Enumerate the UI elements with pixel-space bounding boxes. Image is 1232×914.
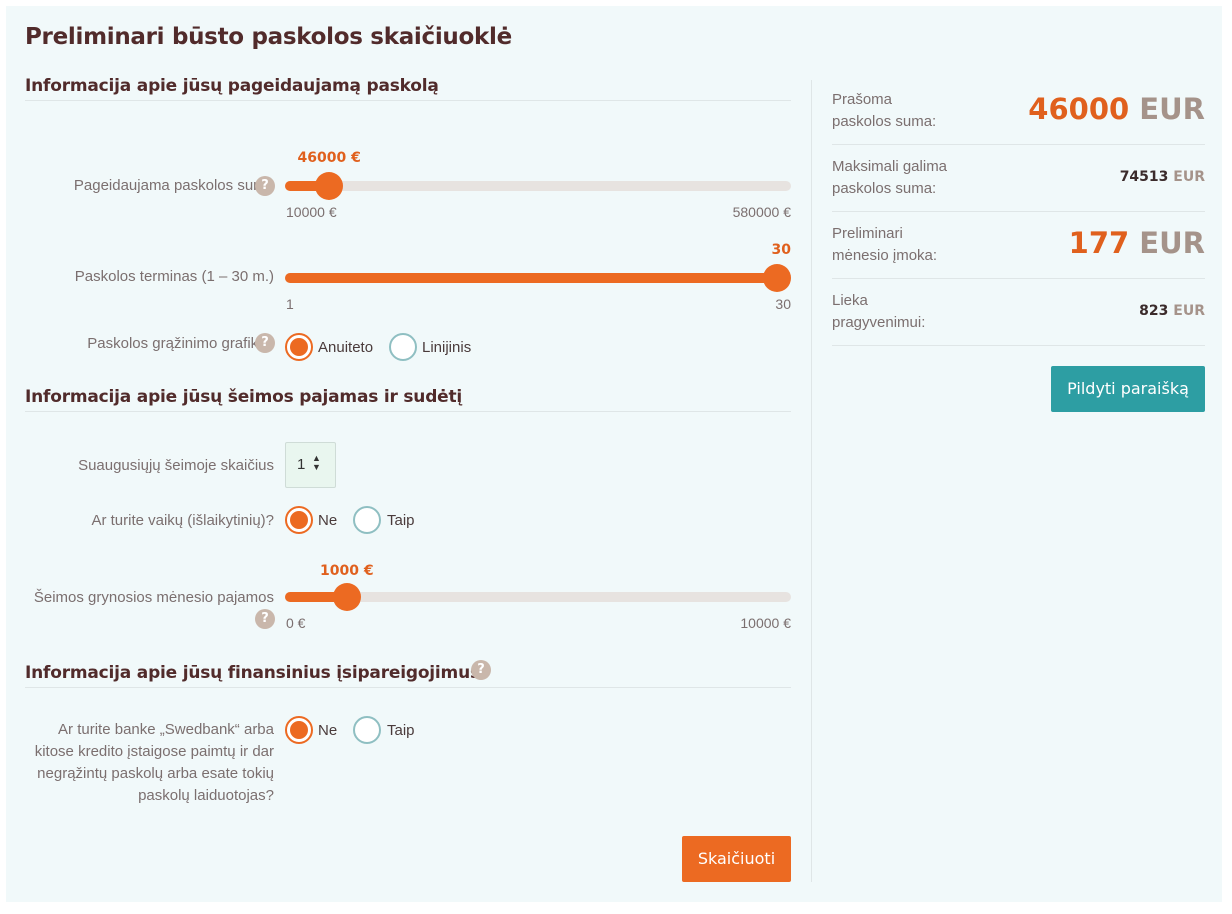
currency: EUR <box>1139 92 1205 126</box>
obligations-question: Ar turite banke „Swedbank“ arba kitose k… <box>35 719 274 807</box>
amount: 74513 <box>1119 169 1169 185</box>
slider-min: 1 <box>286 296 294 312</box>
slider-max: 10000 € <box>740 615 791 631</box>
radio-label: Anuiteto <box>318 339 374 356</box>
summary-label-line: mėnesio įmoka: <box>832 247 938 264</box>
currency: EUR <box>1139 226 1205 260</box>
radio-label: Ne <box>318 722 338 739</box>
slider-fill <box>285 273 777 283</box>
apply-button[interactable]: Pildyti paraišką <box>1051 366 1205 412</box>
summary-value: 823 EUR <box>1139 303 1205 319</box>
summary-row-max: Maksimali galima paskolos suma: 74513 EU… <box>832 145 1205 212</box>
help-icon[interactable]: ? <box>255 609 275 629</box>
summary-value: 177 EUR <box>1069 226 1205 260</box>
currency: EUR <box>1173 169 1205 185</box>
loan-amount-slider[interactable]: 46000 € <box>285 150 791 200</box>
slider-value: 46000 € <box>297 150 361 166</box>
help-icon[interactable]: ? <box>255 176 275 196</box>
slider-value: 30 <box>771 242 791 258</box>
adults-value: 1 <box>297 456 306 473</box>
divider <box>25 411 791 412</box>
slider-max: 30 <box>775 296 791 312</box>
amount: 823 <box>1139 303 1169 319</box>
income-label: Šeimos grynosios mėnesio pajamos <box>33 589 274 606</box>
slider-min: 0 € <box>286 615 306 631</box>
summary-label-line: Lieka <box>832 292 868 309</box>
help-icon[interactable]: ? <box>471 660 491 680</box>
radio-obligations-yes[interactable] <box>353 716 381 744</box>
slider-value: 1000 € <box>320 563 374 579</box>
radio-children-yes[interactable] <box>353 506 381 534</box>
summary-label-line: Preliminari <box>832 225 903 242</box>
section-heading-family: Informacija apie jūsų šeimos pajamas ir … <box>25 387 463 407</box>
column-divider <box>811 80 812 882</box>
adults-select[interactable]: 1 ▲ ▼ <box>285 442 336 488</box>
summary-value: 74513 EUR <box>1120 169 1205 185</box>
radio-label: Taip <box>387 512 415 529</box>
summary-label-line: paskolos suma: <box>832 113 937 130</box>
children-label: Ar turite vaikų (išlaikytinių)? <box>91 512 274 529</box>
summary-label-line: paskolos suma: <box>832 180 937 197</box>
slider-handle[interactable] <box>332 583 361 611</box>
adults-label: Suaugusiųjų šeimoje skaičius <box>78 457 274 474</box>
divider <box>25 100 791 101</box>
radio-annuity[interactable] <box>285 333 313 361</box>
help-icon[interactable]: ? <box>255 333 275 353</box>
loan-term-slider[interactable]: 30 <box>285 242 791 292</box>
loan-term-label: Paskolos terminas (1 – 30 m.) <box>74 268 274 285</box>
question-line: Ar turite banke „Swedbank“ arba <box>58 721 274 738</box>
radio-children-no[interactable] <box>285 506 313 534</box>
radio-label: Taip <box>387 722 415 739</box>
section-heading-obligations: Informacija apie jūsų finansinius įsipar… <box>25 663 480 683</box>
schedule-label: Paskolos grąžinimo grafikas <box>87 335 274 352</box>
slider-min: 10000 € <box>286 204 337 220</box>
radio-label: Linijinis <box>422 339 472 356</box>
question-line: negrąžintų paskolų arba esate tokių <box>37 765 274 782</box>
summary-label: Lieka pragyvenimui: <box>832 290 925 334</box>
slider-max: 580000 € <box>732 204 791 220</box>
summary-label-line: Prašoma <box>832 91 893 108</box>
calculate-button[interactable]: Skaičiuoti <box>682 836 791 882</box>
summary-label-line: Maksimali galima <box>832 158 948 175</box>
amount: 46000 <box>1028 92 1130 126</box>
summary-row-remaining: Lieka pragyvenimui: 823 EUR <box>832 279 1205 346</box>
page-title: Preliminari būsto paskolos skaičiuoklė <box>25 24 512 50</box>
radio-linear[interactable] <box>389 333 417 361</box>
summary-label: Maksimali galima paskolos suma: <box>832 156 947 200</box>
question-line: paskolų laiduotojas? <box>138 787 274 804</box>
summary-label: Prašoma paskolos suma: <box>832 89 936 133</box>
amount: 177 <box>1068 226 1130 260</box>
divider <box>25 687 791 688</box>
radio-obligations-no[interactable] <box>285 716 313 744</box>
radio-label: Ne <box>318 512 338 529</box>
summary-value: 46000 EUR <box>1028 92 1205 126</box>
summary-row-requested: Prašoma paskolos suma: 46000 EUR <box>832 78 1205 145</box>
summary-row-monthly: Preliminari mėnesio įmoka: 177 EUR <box>832 212 1205 279</box>
section-heading-loan: Informacija apie jūsų pageidaujamą pasko… <box>25 76 439 96</box>
income-slider[interactable]: 1000 € <box>285 563 791 611</box>
loan-amount-label: Pageidaujama paskolos suma <box>73 177 274 194</box>
summary-label: Preliminari mėnesio įmoka: <box>832 223 937 267</box>
summary-label-line: pragyvenimui: <box>832 314 926 331</box>
stepper-arrows-icon: ▲ ▼ <box>312 453 321 472</box>
slider-handle[interactable] <box>315 172 344 200</box>
slider-handle[interactable] <box>763 264 791 292</box>
currency: EUR <box>1173 303 1205 319</box>
question-line: kitose kredito įstaigose paimtų ir dar <box>34 743 274 760</box>
